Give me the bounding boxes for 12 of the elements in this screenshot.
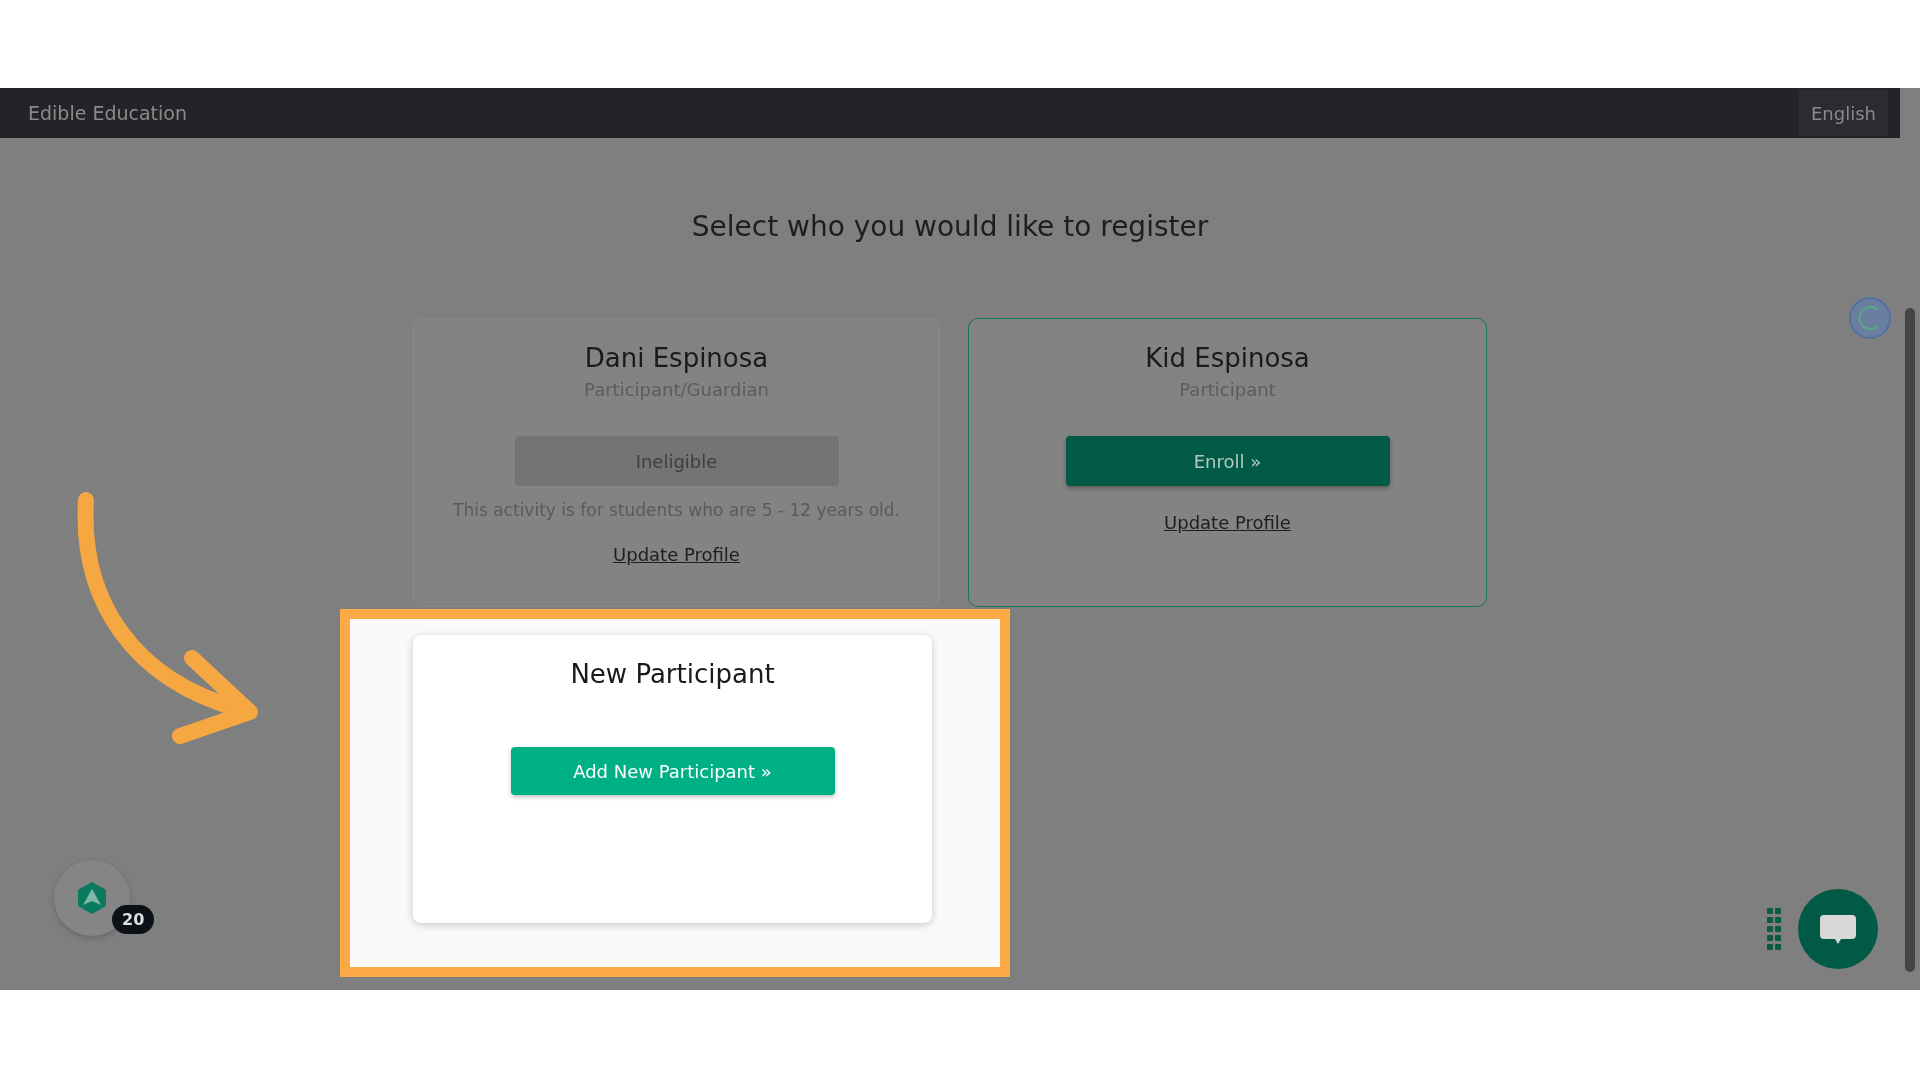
brand-name[interactable]: Edible Education [28, 102, 187, 124]
language-button[interactable]: English [1799, 90, 1888, 136]
grip-dots-icon[interactable] [1767, 908, 1781, 952]
enroll-button[interactable]: Enroll » [1065, 436, 1390, 486]
participant-name: Kid Espinosa [1145, 343, 1310, 373]
count-badge: 20 [112, 905, 155, 934]
page-heading: Select who you would like to register [691, 210, 1209, 245]
scrollbar[interactable] [1900, 88, 1920, 990]
update-profile-link[interactable]: Update Profile [1164, 512, 1291, 533]
add-participant-button[interactable]: Add New Participant » [510, 747, 835, 795]
card-title: New Participant [570, 659, 775, 689]
participant-name: Dani Espinosa [584, 343, 769, 373]
